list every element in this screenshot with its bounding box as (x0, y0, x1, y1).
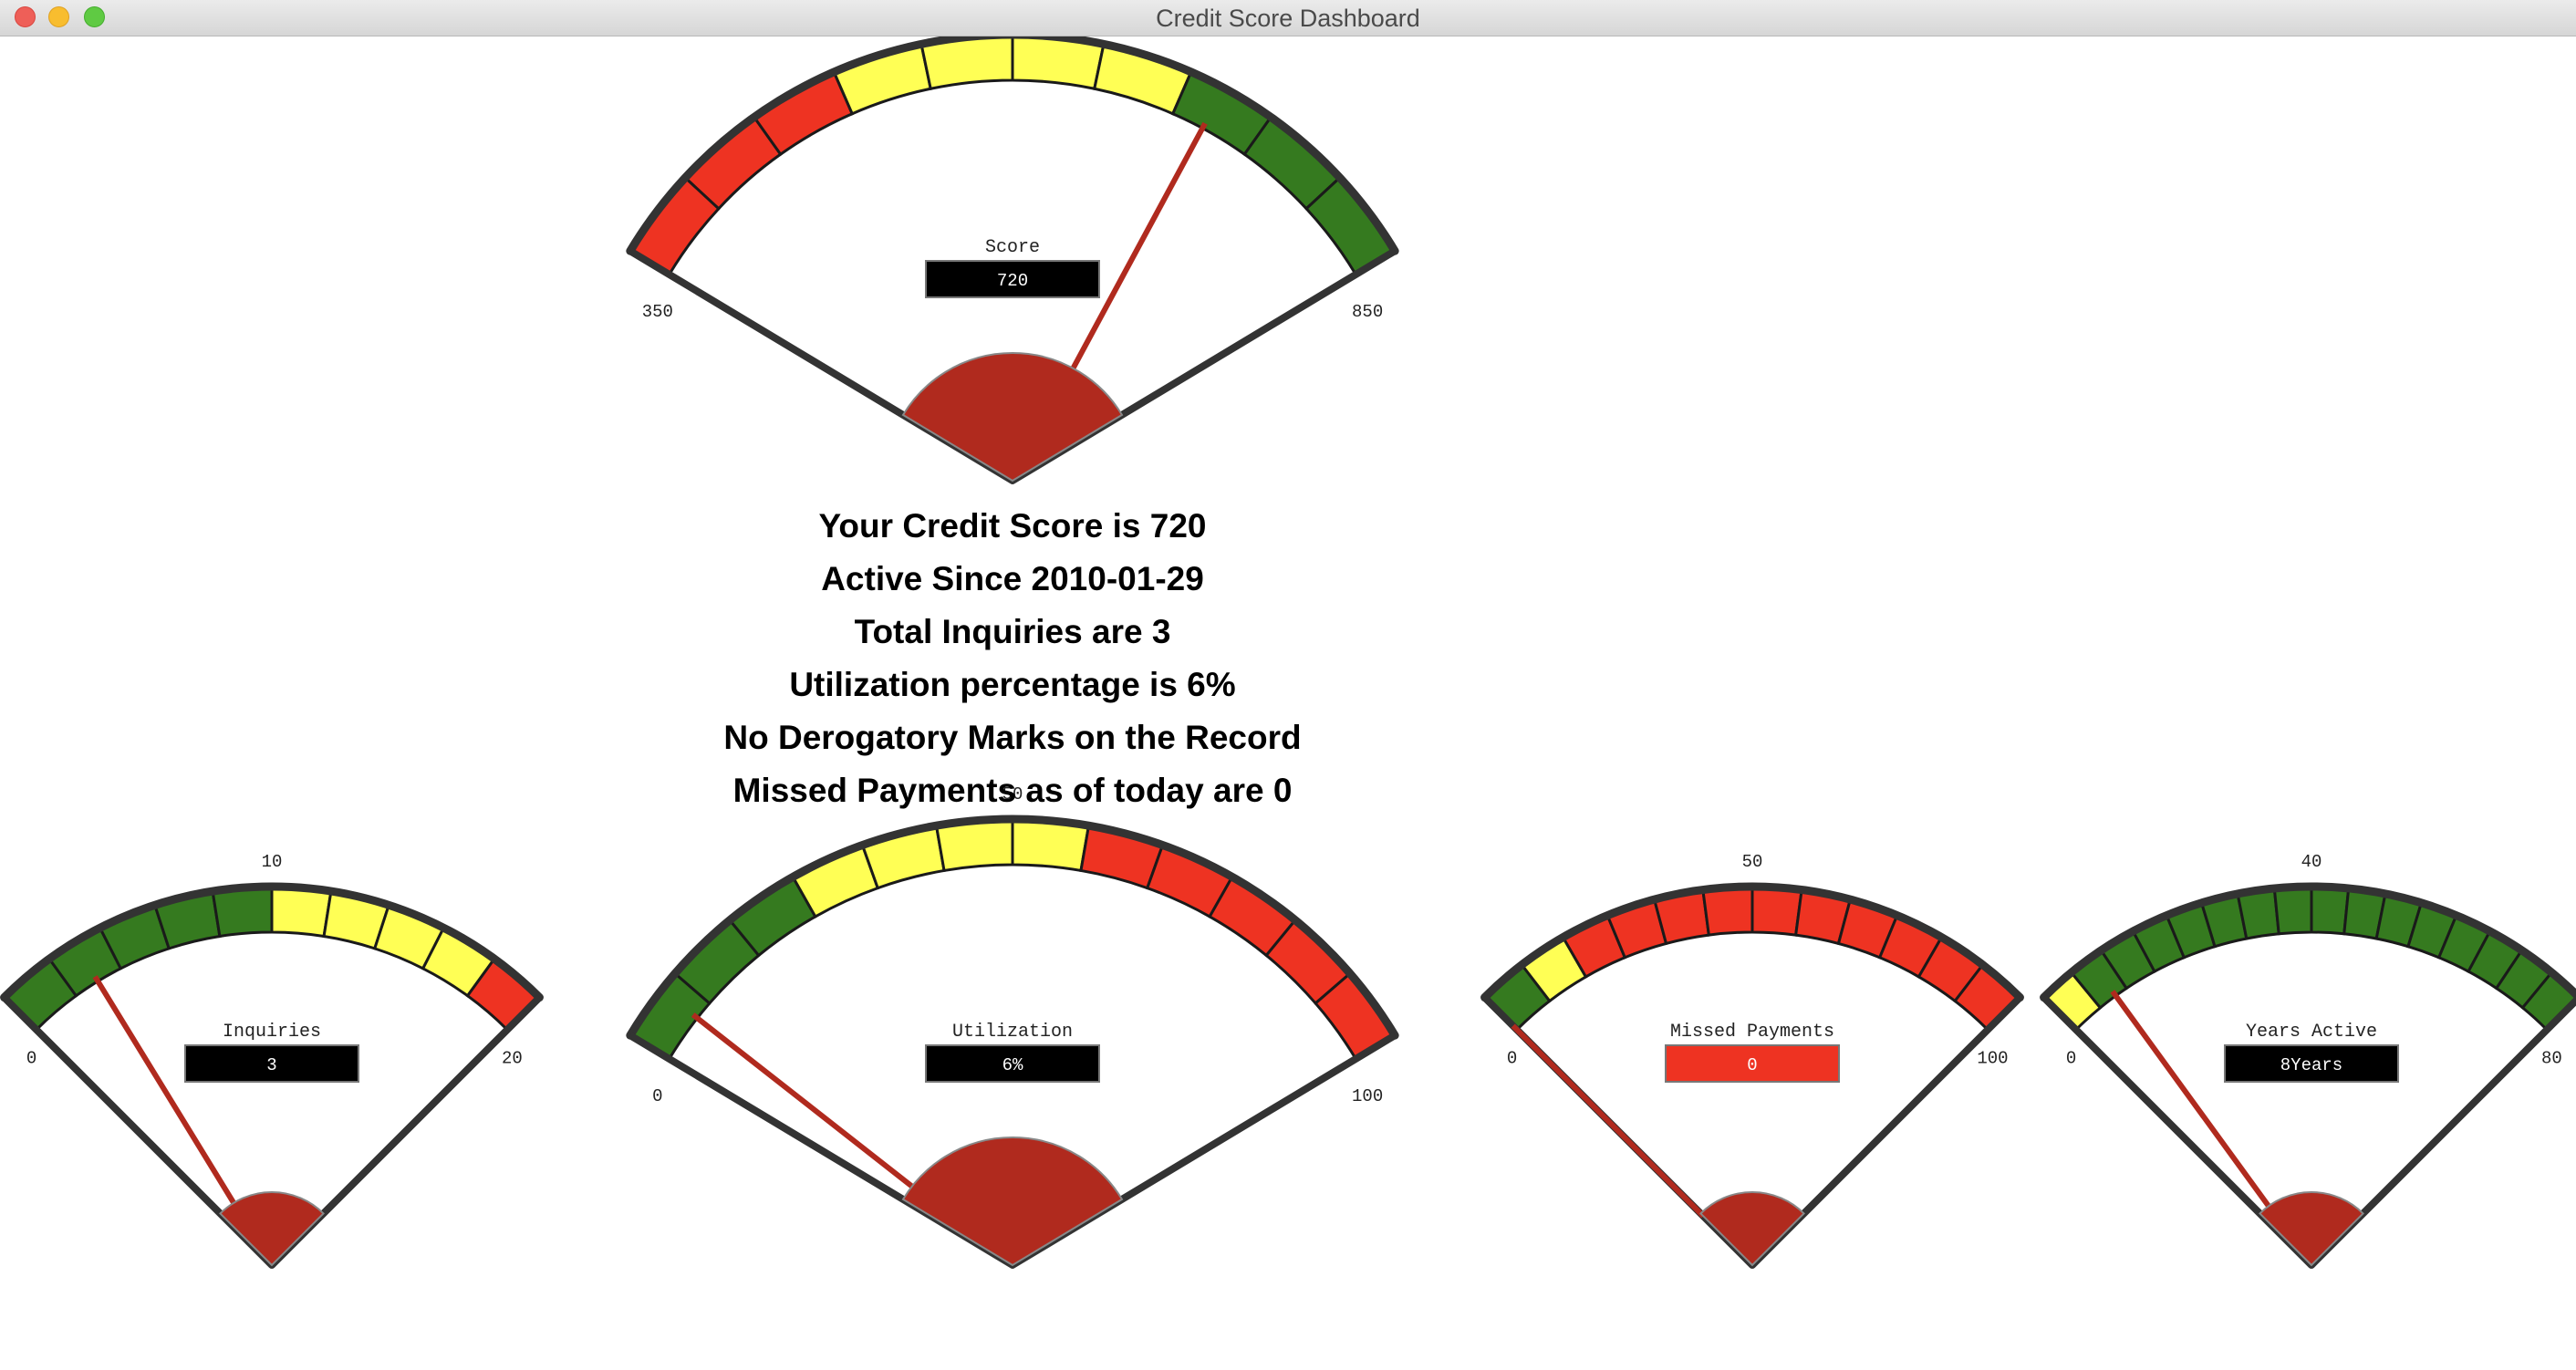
score-max-label: 850 (1352, 302, 1383, 322)
years-mid-label: 40 (2301, 852, 2322, 872)
summary-inquiries-line: Total Inquiries are 3 (854, 613, 1171, 650)
inquiries-mid-label: 10 (262, 852, 283, 872)
missed-min-label: 0 (1507, 1049, 1517, 1069)
summary-missed-payments-line: Missed Payments as of today are 0 (732, 772, 1293, 809)
utilization-max-label: 100 (1352, 1086, 1383, 1106)
missed-caption: Missed Payments (1670, 1022, 1834, 1043)
utilization-min-label: 0 (652, 1086, 662, 1106)
years-segment-green (2272, 885, 2313, 936)
years-max-label: 80 (2541, 1049, 2562, 1069)
missed-value-text: 0 (1747, 1055, 1757, 1075)
score-value-text: 720 (997, 271, 1028, 291)
window-titlebar: Credit Score Dashboard (0, 0, 2576, 36)
inquiries-value-text: 3 (266, 1055, 276, 1075)
credit-summary: Your Credit Score is 720 Active Since 20… (547, 500, 1478, 817)
utilization-caption: Utilization (952, 1022, 1073, 1043)
years-gauge: 0 80 40 Years Active 8Years (2040, 852, 2576, 1269)
summary-score-line: Your Credit Score is 720 (818, 507, 1207, 545)
years-min-label: 0 (2066, 1049, 2076, 1069)
years-needle-hub (2259, 1191, 2364, 1267)
utilization-value-text: 6% (1002, 1055, 1023, 1075)
missed-gauge: 0 100 50 Missed Payments 0 (1480, 852, 2024, 1269)
inquiries-caption: Inquiries (223, 1022, 321, 1043)
score-min-label: 350 (642, 302, 673, 322)
inquiries-needle-hub (219, 1191, 325, 1267)
missed-segment-red (1750, 885, 1803, 937)
summary-derogatory-line: No Derogatory Marks on the Record (723, 719, 1302, 756)
missed-needle-hub (1699, 1191, 1805, 1267)
score-gauge: 350850600Score720 (626, 36, 1399, 484)
inquiries-min-label: 0 (26, 1049, 36, 1069)
inquiries-max-label: 20 (502, 1049, 523, 1069)
utilization-gauge: 0 10050Utilization6% (626, 784, 1399, 1269)
years-caption: Years Active (2246, 1022, 2377, 1043)
years-value-text: 8Years (2280, 1055, 2342, 1075)
score-caption: Score (985, 237, 1040, 258)
inquiries-gauge: 0 20 10 Inquiries 3 (0, 852, 544, 1269)
inquiries-segment-green (211, 885, 274, 939)
summary-utilization-line: Utilization percentage is 6% (789, 666, 1236, 703)
missed-segment-red (1701, 885, 1754, 937)
window-title: Credit Score Dashboard (1156, 5, 1420, 32)
years-segment-green (2310, 885, 2351, 936)
missed-max-label: 100 (1977, 1049, 2008, 1069)
inquiries-segment-yellow (270, 885, 333, 939)
missed-mid-label: 50 (1742, 852, 1763, 872)
summary-active-since-line: Active Since 2010-01-29 (821, 560, 1204, 597)
